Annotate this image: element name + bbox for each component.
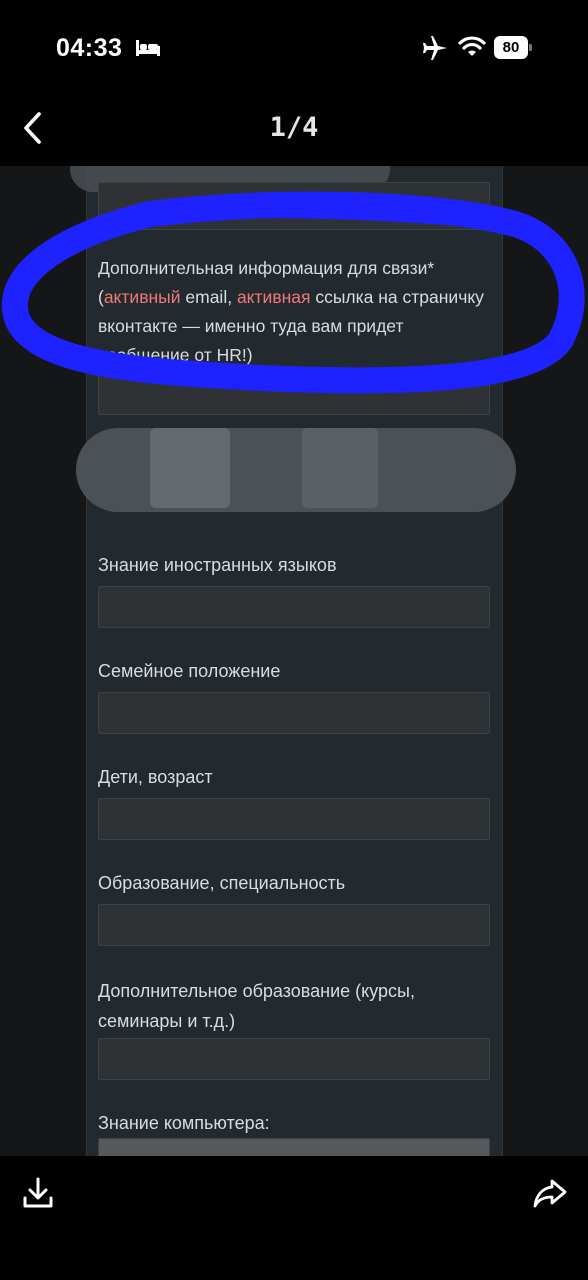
contact-info-input[interactable] [98, 373, 490, 415]
airplane-icon [423, 36, 447, 60]
computer-input[interactable] [98, 1138, 490, 1156]
blur-smudge-middle [76, 428, 516, 512]
contact-info-mid: email, [180, 287, 237, 307]
share-icon[interactable] [532, 1178, 568, 1208]
extra-education-input[interactable] [98, 1038, 490, 1080]
contact-info-title: Дополнительная информация для связи* [98, 258, 435, 278]
photo-viewer[interactable]: Дополнительная информация для связи* (ак… [0, 166, 588, 1156]
field-label-languages: Знание иностранных языков [98, 555, 337, 575]
accent-word-2: активная [236, 287, 311, 307]
children-input[interactable] [98, 798, 490, 840]
status-time: 04:33 [56, 34, 123, 62]
status-bar: 04:33 80 [0, 0, 588, 96]
field-label-marital: Семейное положение [98, 661, 281, 681]
field-label-computer: Знание компьютера: [98, 1113, 270, 1133]
education-input[interactable] [98, 904, 490, 946]
bottom-toolbar [0, 1156, 588, 1280]
bed-icon [136, 40, 160, 56]
marital-input[interactable] [98, 692, 490, 734]
blur-smudge-middle-light [150, 428, 230, 508]
contact-info-label: Дополнительная информация для связи* (ак… [98, 254, 490, 370]
field-top-partial[interactable] [98, 182, 490, 230]
battery-level: 80 [494, 36, 528, 59]
download-icon[interactable] [22, 1176, 54, 1210]
languages-input[interactable] [98, 586, 490, 628]
page-counter: 1/4 [269, 112, 319, 143]
field-label-children: Дети, возраст [98, 767, 213, 787]
nav-bar: 1/4 [0, 96, 588, 166]
battery-icon: 80 [494, 36, 532, 59]
battery-tip [529, 44, 532, 51]
blur-smudge-middle-light2 [302, 428, 378, 508]
field-label-extra-education: Дополнительное образование (курсы, семин… [98, 981, 415, 1031]
field-label-education: Образование, специальность [98, 873, 346, 893]
wifi-icon [458, 36, 486, 56]
accent-word-1: активный [103, 287, 181, 307]
